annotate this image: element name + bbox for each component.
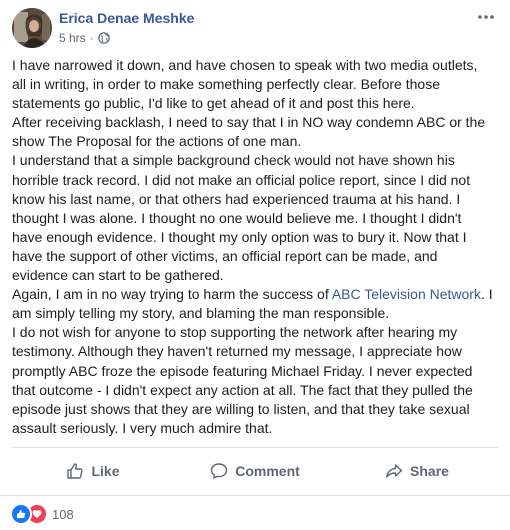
comment-button[interactable]: Comment [174, 453, 336, 489]
like-label: Like [91, 463, 120, 479]
share-label: Share [410, 463, 449, 479]
post-text-line: have enough evidence. I thought my only … [12, 228, 467, 245]
more-options-icon[interactable] [474, 8, 498, 26]
globe-icon [97, 32, 110, 44]
post-actions-bar: Like Comment Share [12, 453, 498, 489]
post-text-line: I do not wish for anyone to stop support… [12, 324, 458, 341]
reaction-count[interactable]: 108 [52, 507, 74, 522]
post-header: Erica Denae Meshke 5 hrs · [12, 6, 498, 48]
post-text-line: horrible track record. I did not make an… [12, 171, 471, 188]
post-text-line: promptly ABC froze the episode featuring… [12, 362, 473, 379]
post-text-line: assault seriously. I very much admire th… [12, 419, 273, 436]
share-button[interactable]: Share [336, 453, 498, 489]
post-text-line: have the support of other victims, an of… [12, 247, 438, 264]
post-text-line: testimony. Although they haven't returne… [12, 343, 462, 360]
thumbs-up-icon [67, 463, 84, 479]
author-name[interactable]: Erica Denae Meshke [59, 10, 194, 26]
abc-network-link[interactable]: ABC Television Network [332, 286, 481, 302]
actions-bottom-divider [0, 495, 510, 496]
post-text-line: After receiving backlash, I need to say … [12, 114, 486, 131]
share-icon [386, 464, 403, 478]
post-text-line: all in writing, in order to make somethi… [12, 76, 440, 93]
post-text-line: that outcome - I didn't expect any actio… [12, 381, 473, 398]
meta-separator: · [89, 31, 94, 45]
post-timestamp[interactable]: 5 hrs [59, 31, 86, 45]
like-reaction-icon [10, 503, 32, 525]
post-text-fragment: . I [480, 286, 493, 303]
post-text-line: statements go public, I'd like to get ah… [12, 95, 415, 112]
post-text-line: evidence can start to be gathered. [12, 267, 224, 284]
post-meta: 5 hrs · [59, 31, 110, 45]
post-text-line: know his last name, or that others had e… [12, 190, 461, 207]
author-avatar[interactable] [12, 8, 52, 48]
actions-top-divider [12, 447, 498, 448]
post-text-line: am simply telling my story, and blaming … [12, 305, 390, 322]
comment-icon [211, 463, 228, 479]
post-text-line: I have narrowed it down, and have chosen… [12, 57, 478, 73]
post-text-line-with-link: Again, I am in no way trying to harm the… [12, 285, 502, 304]
post-text-line: episode just shows that they are willing… [12, 400, 470, 417]
post-text-fragment: Again, I am in no way trying to harm the… [12, 286, 332, 303]
post-body: I have narrowed it down, and have chosen… [12, 56, 502, 438]
post-text-line: show The Proposal for the actions of one… [12, 133, 302, 150]
post-text-line: thought I was alone. I thought no one wo… [12, 209, 462, 226]
comment-label: Comment [235, 463, 300, 479]
reactions-summary[interactable]: 108 [10, 503, 74, 525]
post-text-line: I understand that a simple background ch… [12, 152, 455, 169]
like-button[interactable]: Like [12, 453, 174, 489]
